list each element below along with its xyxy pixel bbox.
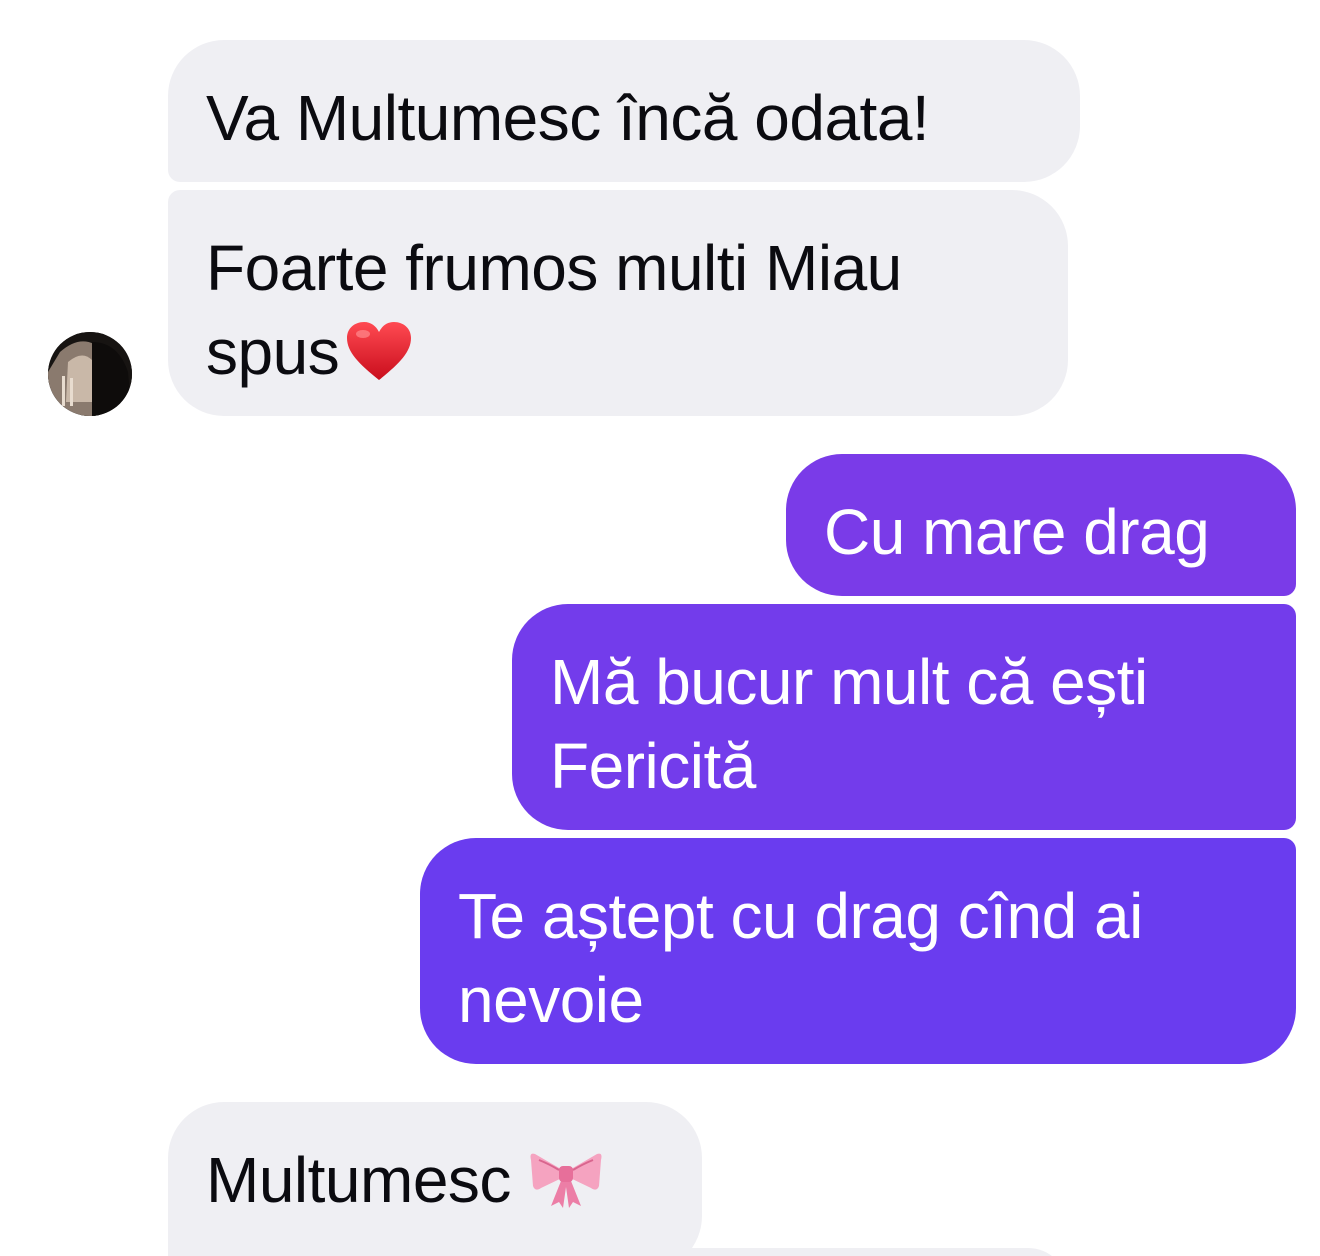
chat-thread: Va Multumesc încă odata! Foarte frumos m…	[0, 0, 1320, 1256]
incoming-message-1[interactable]: Va Multumesc încă odata!	[168, 40, 1080, 182]
message-text: Va Multumesc încă odata!	[206, 82, 930, 154]
message-text: Mă bucur mult că ești Fericită	[550, 646, 1148, 802]
outgoing-message-3[interactable]: Te aștept cu drag cînd ai nevoie	[420, 838, 1296, 1064]
incoming-message-3[interactable]: Multumesc	[168, 1102, 702, 1256]
incoming-message-2[interactable]: Foarte frumos multi Miau spus	[168, 190, 1068, 416]
message-text: Multumesc	[206, 1144, 511, 1216]
incoming-message-partial[interactable]	[168, 1248, 1068, 1256]
message-text: Te aștept cu drag cînd ai nevoie	[458, 880, 1143, 1036]
avatar-photo	[48, 332, 132, 416]
contact-avatar[interactable]	[48, 332, 132, 416]
outgoing-message-2[interactable]: Mă bucur mult că ești Fericită	[512, 604, 1296, 830]
outgoing-message-1[interactable]: Cu mare drag	[786, 454, 1296, 596]
message-text: Foarte frumos multi Miau spus	[206, 232, 902, 388]
ribbon-icon	[529, 1146, 603, 1230]
heart-icon	[345, 318, 413, 402]
message-text: Cu mare drag	[824, 496, 1210, 568]
